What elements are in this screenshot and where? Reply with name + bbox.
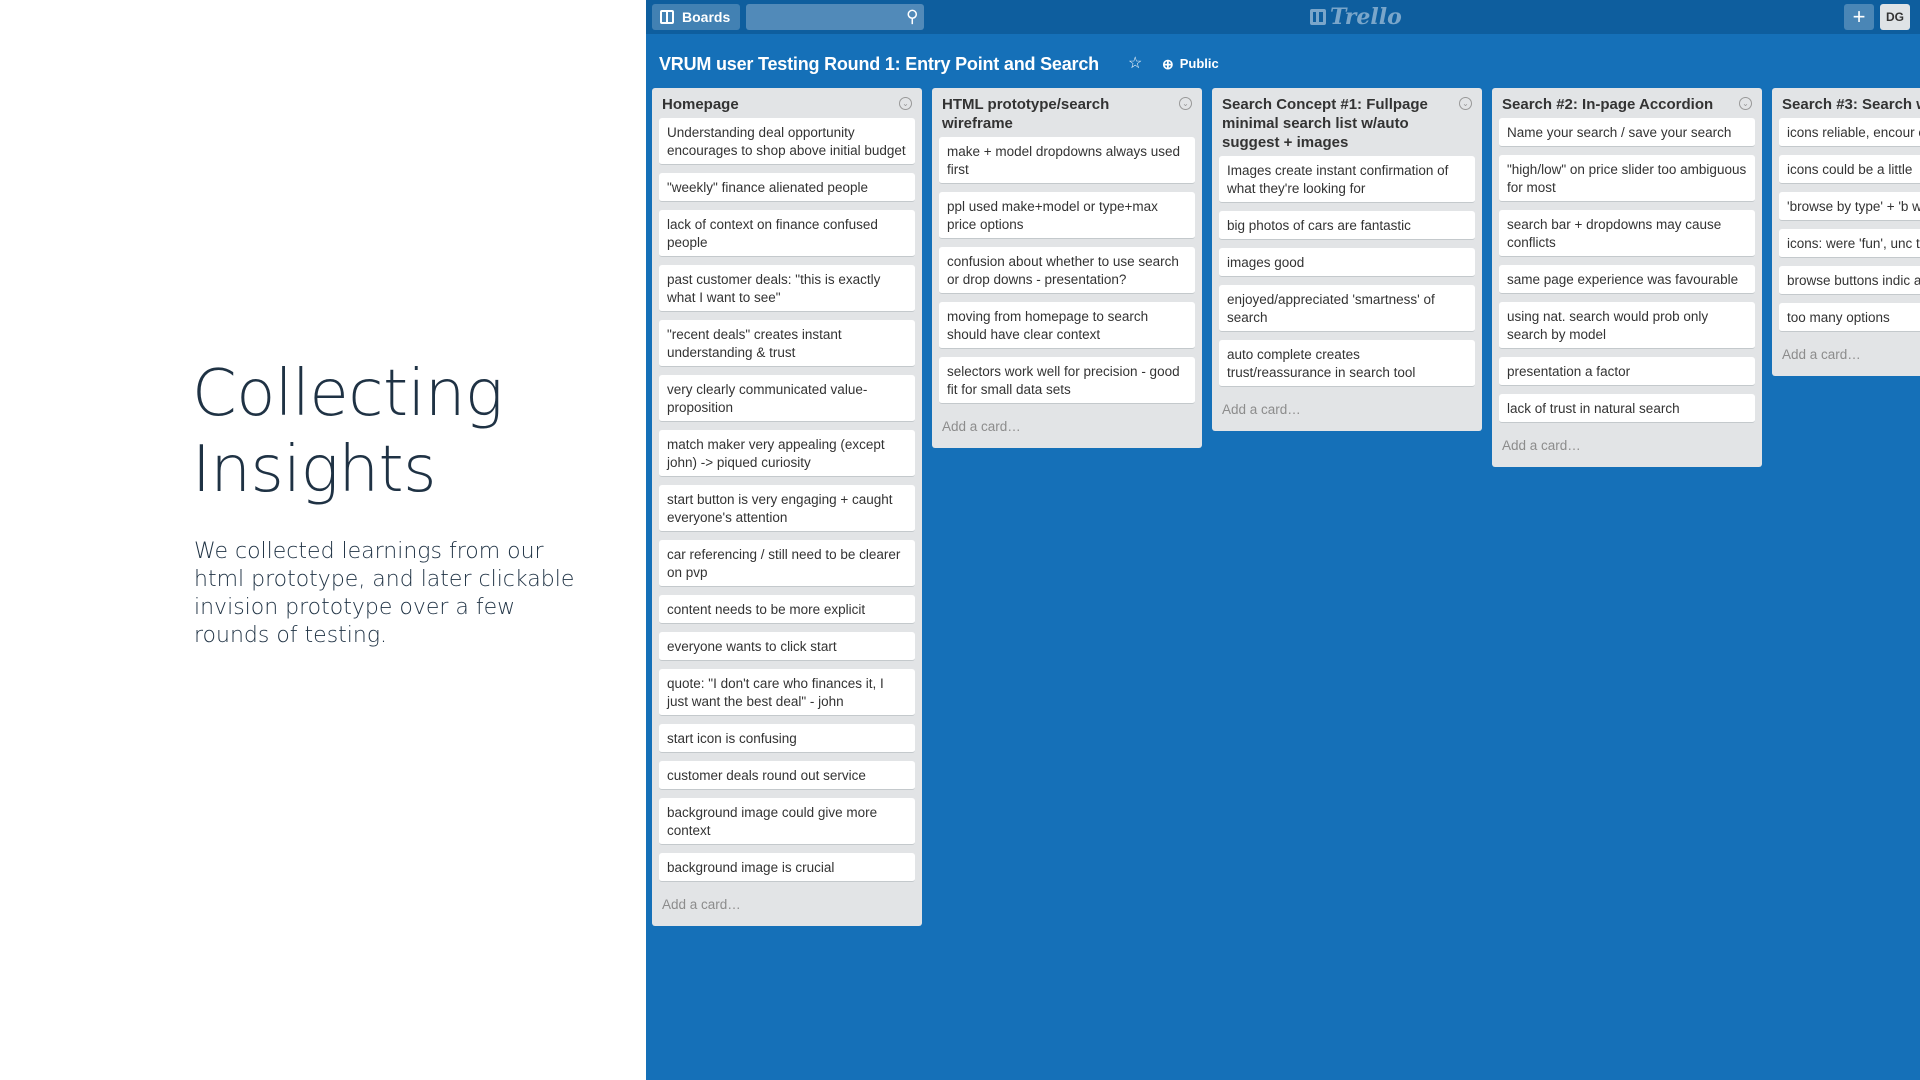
trello-logo-icon	[1310, 9, 1326, 25]
trello-logo-text: Trello	[1330, 4, 1402, 30]
search-icon[interactable]: ⚲	[906, 7, 918, 27]
add-card-link[interactable]: Add a card…	[659, 890, 915, 926]
card[interactable]: start icon is confusing	[659, 724, 915, 753]
add-card-link[interactable]: Add a card…	[939, 412, 1195, 448]
list-header: Homepage ⌄	[659, 88, 915, 118]
list-header: Search #2: In-page Accordion ⌄	[1499, 88, 1755, 118]
card[interactable]: ppl used make+model or type+max price op…	[939, 192, 1195, 239]
card[interactable]: everyone wants to click start	[659, 632, 915, 661]
card[interactable]: confusion about whether to use search or…	[939, 247, 1195, 294]
list: Search Concept #1: Fullpage minimal sear…	[1212, 88, 1482, 431]
top-bar: Boards ⚲ Trello + DG	[646, 0, 1920, 34]
card[interactable]: "high/low" on price slider too ambiguous…	[1499, 155, 1755, 202]
card[interactable]: search bar + dropdowns may cause conflic…	[1499, 210, 1755, 257]
boards-icon	[660, 10, 674, 24]
star-icon[interactable]: ☆	[1128, 52, 1142, 76]
boards-button-label: Boards	[682, 9, 731, 25]
list-header: Search #3: Search w for type⌄	[1779, 88, 1920, 118]
visibility-label: Public	[1179, 56, 1219, 71]
card[interactable]: car referencing / still need to be clear…	[659, 540, 915, 587]
list-title[interactable]: Search #2: In-page Accordion	[1502, 95, 1733, 114]
add-card-link[interactable]: Add a card…	[1499, 431, 1755, 467]
list-title[interactable]: Search Concept #1: Fullpage minimal sear…	[1222, 95, 1453, 152]
board-title[interactable]: VRUM user Testing Round 1: Entry Point a…	[659, 52, 1099, 76]
list-menu-icon[interactable]: ⌄	[1459, 97, 1472, 110]
add-button[interactable]: +	[1844, 4, 1874, 30]
card[interactable]: enjoyed/appreciated 'smartness' of searc…	[1219, 285, 1475, 332]
slide-title-line1: Collecting	[192, 357, 503, 431]
card[interactable]: Understanding deal opportunity encourage…	[659, 118, 915, 165]
card[interactable]: "recent deals" creates instant understan…	[659, 320, 915, 367]
trello-logo[interactable]: Trello	[1310, 4, 1402, 30]
card[interactable]: customer deals round out service	[659, 761, 915, 790]
search-input[interactable]: ⚲	[746, 4, 924, 30]
card[interactable]: very clearly communicated value-proposit…	[659, 375, 915, 422]
slide-body-text: We collected learnings from our html pro…	[194, 539, 575, 648]
list-menu-icon[interactable]: ⌄	[899, 97, 912, 110]
list: Search #2: In-page Accordion ⌄ Name your s…	[1492, 88, 1762, 467]
list: Homepage ⌄ Understanding deal opportunity …	[652, 88, 922, 926]
add-card-link[interactable]: Add a card…	[1779, 340, 1920, 376]
list-title[interactable]: Search #3: Search w for type	[1782, 95, 1920, 114]
boards-button[interactable]: Boards	[652, 4, 741, 30]
slide-title-line2: Insights	[192, 433, 436, 507]
card[interactable]: past customer deals: "this is exactly wh…	[659, 265, 915, 312]
card[interactable]: icons reliable, encour engagement	[1779, 118, 1920, 147]
list-header: HTML prototype/search wireframe ⌄	[939, 88, 1195, 137]
card[interactable]: auto complete creates trust/reassurance …	[1219, 340, 1475, 387]
board-header: VRUM user Testing Round 1: Entry Point a…	[646, 34, 1920, 88]
card[interactable]: make + model dropdowns always used first	[939, 137, 1195, 184]
list-header: Search Concept #1: Fullpage minimal sear…	[1219, 88, 1475, 156]
slide-title: Collecting Insights	[192, 356, 503, 508]
list-title[interactable]: HTML prototype/search wireframe	[942, 95, 1173, 133]
card[interactable]: background image is crucial	[659, 853, 915, 882]
list: Search #3: Search w for type⌄icons relia…	[1772, 88, 1920, 376]
card[interactable]: content needs to be more explicit	[659, 595, 915, 624]
list-title[interactable]: Homepage	[662, 95, 893, 114]
card[interactable]: icons could be a little	[1779, 155, 1920, 184]
card[interactable]: start button is very engaging + caught e…	[659, 485, 915, 532]
card[interactable]: same page experience was favourable	[1499, 265, 1755, 294]
trello-app: Boards ⚲ Trello + DG VRUM user Testing R…	[646, 0, 1920, 1080]
card[interactable]: using nat. search would prob only search…	[1499, 302, 1755, 349]
card[interactable]: "weekly" finance alienated people	[659, 173, 915, 202]
slide-text-panel: Collecting Insights We collected learnin…	[0, 0, 646, 1080]
card[interactable]: presentation a factor	[1499, 357, 1755, 386]
card[interactable]: match maker very appealing (except john)…	[659, 430, 915, 477]
card[interactable]: quote: "I don't care who finances it, I …	[659, 669, 915, 716]
card[interactable]: lack of context on finance confused peop…	[659, 210, 915, 257]
card[interactable]: lack of trust in natural search	[1499, 394, 1755, 423]
card[interactable]: 'browse by type' + 'b were ignored	[1779, 192, 1920, 221]
card[interactable]: images good	[1219, 248, 1475, 277]
card[interactable]: Images create instant confirmation of wh…	[1219, 156, 1475, 203]
card[interactable]: selectors work well for precision - good…	[939, 357, 1195, 404]
list-menu-icon[interactable]: ⌄	[1739, 97, 1752, 110]
avatar[interactable]: DG	[1880, 4, 1910, 30]
card[interactable]: moving from homepage to search should ha…	[939, 302, 1195, 349]
card[interactable]: Name your search / save your search	[1499, 118, 1755, 147]
list: HTML prototype/search wireframe ⌄ make + m…	[932, 88, 1202, 448]
card[interactable]: icons: were 'fun', unc these!"	[1779, 229, 1920, 258]
card[interactable]: big photos of cars are fantastic	[1219, 211, 1475, 240]
list-menu-icon[interactable]: ⌄	[1179, 97, 1192, 110]
add-card-link[interactable]: Add a card…	[1219, 395, 1475, 431]
card[interactable]: background image could give more context	[659, 798, 915, 845]
visibility-button[interactable]: ⊕ Public	[1162, 52, 1219, 76]
globe-icon: ⊕	[1162, 56, 1174, 72]
card[interactable]: too many options	[1779, 303, 1920, 332]
card[interactable]: browse buttons indic another page	[1779, 266, 1920, 295]
